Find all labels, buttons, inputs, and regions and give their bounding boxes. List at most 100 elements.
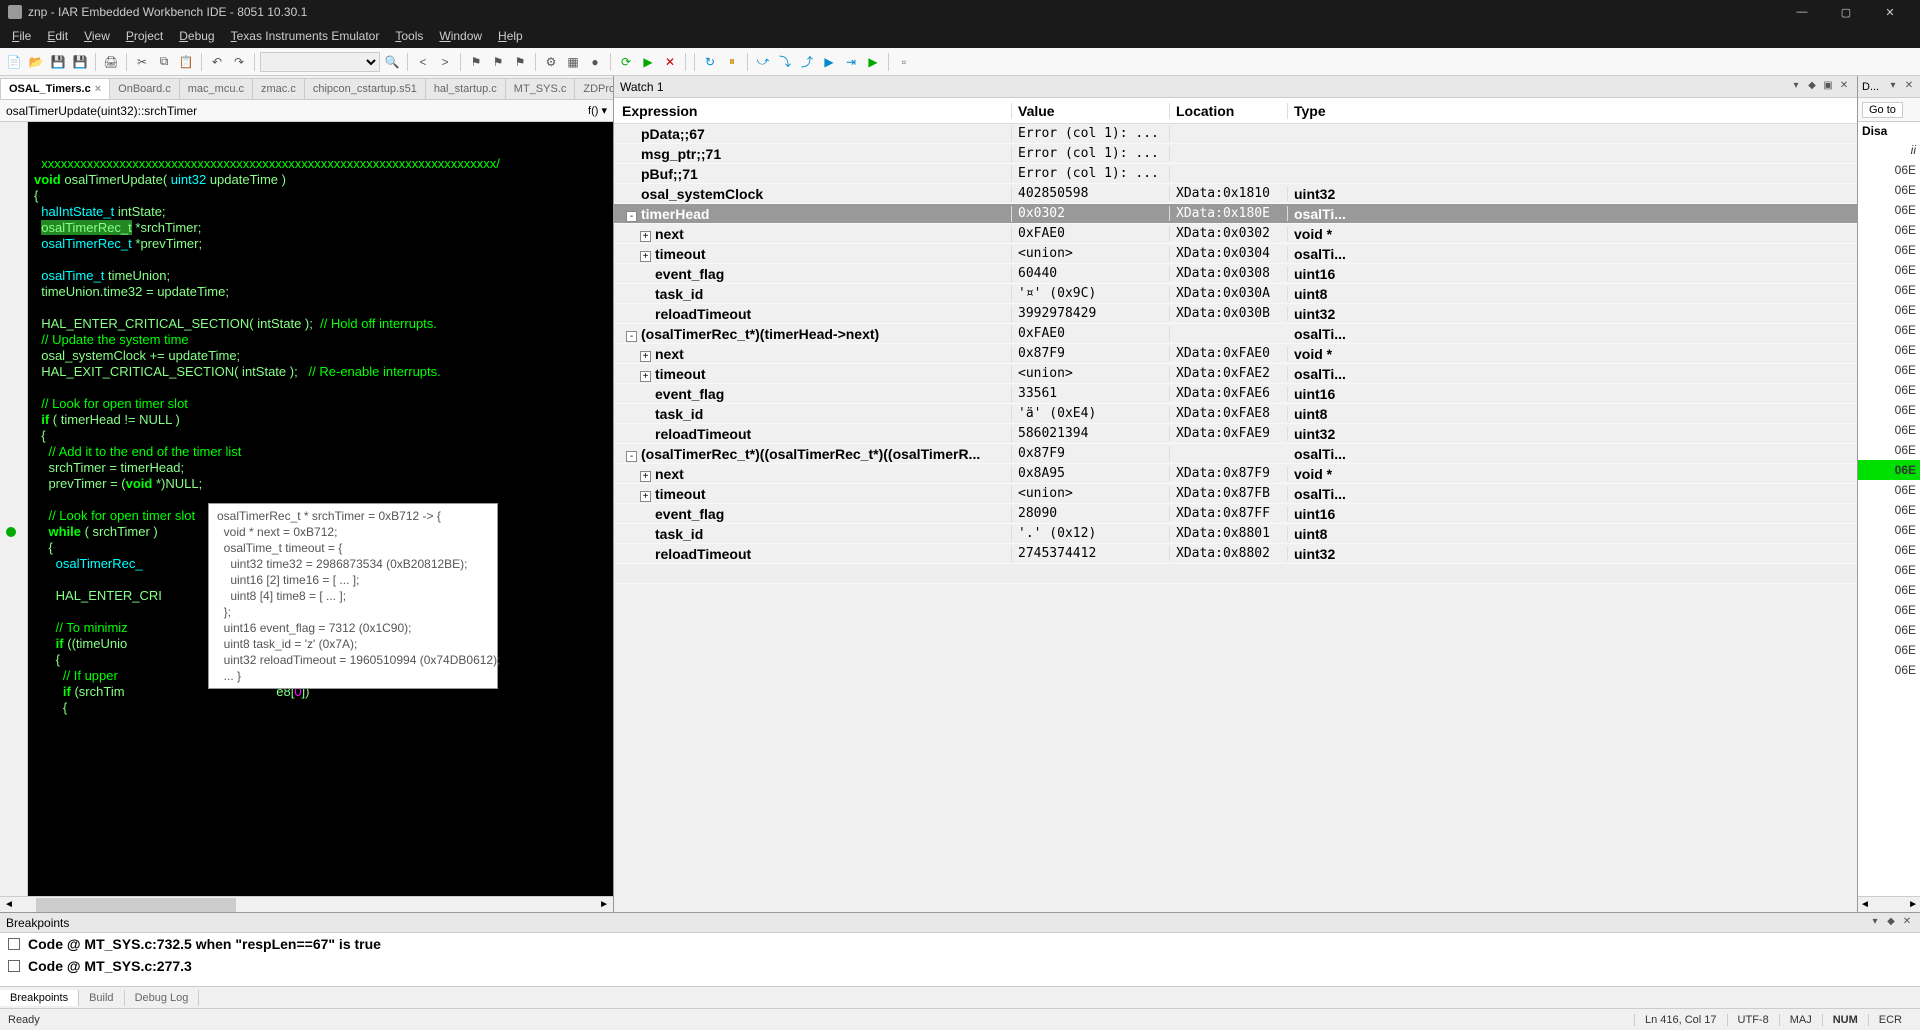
- disasm-line[interactable]: 06E: [1858, 440, 1920, 460]
- code-line[interactable]: // Add it to the end of the timer list: [34, 444, 607, 460]
- maximize-button[interactable]: ▢: [1824, 0, 1868, 24]
- go2-icon[interactable]: ▶: [863, 52, 883, 72]
- watch-row[interactable]: +timeout<union>XData:0x0304osalTi...: [614, 244, 1857, 264]
- collapse-icon[interactable]: -: [626, 331, 637, 342]
- code-area[interactable]: xxxxxxxxxxxxxxxxxxxxxxxxxxxxxxxxxxxxxxxx…: [0, 122, 613, 896]
- tab-close-icon[interactable]: ×: [95, 83, 101, 95]
- goto-button[interactable]: Go to: [1862, 102, 1903, 118]
- watch-row[interactable]: pData;;67Error (col 1): ...: [614, 124, 1857, 144]
- undo-icon[interactable]: ↶: [207, 52, 227, 72]
- disasm-line[interactable]: 06E: [1858, 380, 1920, 400]
- expand-icon[interactable]: +: [640, 371, 651, 382]
- maximize-panel-icon[interactable]: ▣: [1821, 80, 1835, 94]
- expand-icon[interactable]: +: [640, 351, 651, 362]
- code-line[interactable]: srchTimer = timerHead;: [34, 460, 607, 476]
- breakpoint-row[interactable]: Code @ MT_SYS.c:732.5 when "respLen==67"…: [0, 933, 1920, 955]
- bottom-tab-breakpoints[interactable]: Breakpoints: [0, 990, 79, 1006]
- make-icon[interactable]: ▦: [563, 52, 583, 72]
- tab-hal_startup-c[interactable]: hal_startup.c: [425, 78, 506, 99]
- watch-row[interactable]: msg_ptr;;71Error (col 1): ...: [614, 144, 1857, 164]
- nav-fwd-icon[interactable]: >: [435, 52, 455, 72]
- close-button[interactable]: ✕: [1868, 0, 1912, 24]
- disasm-hscroll[interactable]: ◄ ►: [1858, 896, 1920, 912]
- break-icon[interactable]: ⏸: [722, 52, 742, 72]
- disasm-line[interactable]: 06E: [1858, 660, 1920, 680]
- code-line[interactable]: void osalTimerUpdate( uint32 updateTime …: [34, 172, 607, 188]
- scroll-left-icon[interactable]: ◄: [0, 899, 18, 910]
- header-type[interactable]: Type: [1288, 103, 1857, 119]
- menu-texas-instruments-emulator[interactable]: Texas Instruments Emulator: [223, 24, 388, 48]
- disasm-line[interactable]: 06E: [1858, 560, 1920, 580]
- nav-back-icon[interactable]: <: [413, 52, 433, 72]
- watch-row[interactable]: +next0x8A95XData:0x87F9void *: [614, 464, 1857, 484]
- paste-icon[interactable]: 📋: [176, 52, 196, 72]
- step-over-icon[interactable]: ⤻: [753, 52, 773, 72]
- scroll-right-icon[interactable]: ►: [595, 899, 613, 910]
- watch-row[interactable]: event_flag28090XData:0x87FFuint16: [614, 504, 1857, 524]
- tab-zmac-c[interactable]: zmac.c: [252, 78, 305, 99]
- go-icon[interactable]: ▶: [638, 52, 658, 72]
- code-line[interactable]: prevTimer = (void *)NULL;: [34, 476, 607, 492]
- editor-hscroll[interactable]: ◄ ►: [0, 896, 613, 912]
- step-into-icon[interactable]: ⤵: [775, 52, 795, 72]
- watch-row[interactable]: +timeout<union>XData:0xFAE2osalTi...: [614, 364, 1857, 384]
- new-file-icon[interactable]: 📄: [4, 52, 24, 72]
- close-panel-icon[interactable]: ✕: [1900, 916, 1914, 930]
- watch-row[interactable]: +next0xFAE0XData:0x0302void *: [614, 224, 1857, 244]
- next-bookmark-icon[interactable]: ⚑: [488, 52, 508, 72]
- watch-row[interactable]: reloadTimeout3992978429XData:0x030Buint3…: [614, 304, 1857, 324]
- header-expression[interactable]: Expression: [614, 103, 1012, 119]
- menu-help[interactable]: Help: [490, 24, 531, 48]
- tab-OnBoard-c[interactable]: OnBoard.c: [109, 78, 180, 99]
- watch-row[interactable]: pBuf;;71Error (col 1): ...: [614, 164, 1857, 184]
- menu-view[interactable]: View: [76, 24, 118, 48]
- close-panel-icon[interactable]: ✕: [1902, 80, 1916, 94]
- header-value[interactable]: Value: [1012, 103, 1170, 119]
- menu-window[interactable]: Window: [431, 24, 490, 48]
- code-line[interactable]: osalTimerRec_t *srchTimer;: [34, 220, 607, 236]
- watch-row[interactable]: reloadTimeout2745374412XData:0x8802uint3…: [614, 544, 1857, 564]
- tab-chipcon_cstartup-s51[interactable]: chipcon_cstartup.s51: [304, 78, 426, 99]
- code-line[interactable]: [34, 252, 607, 268]
- code-line[interactable]: HAL_ENTER_CRITICAL_SECTION( intState ); …: [34, 316, 607, 332]
- code-line[interactable]: if ( timerHead != NULL ): [34, 412, 607, 428]
- disasm-line[interactable]: 06E: [1858, 500, 1920, 520]
- breakpoint-checkbox[interactable]: [8, 960, 20, 972]
- code-line[interactable]: {: [34, 428, 607, 444]
- disasm-line[interactable]: 06E: [1858, 400, 1920, 420]
- bottom-tab-debug-log[interactable]: Debug Log: [125, 990, 200, 1006]
- disasm-line[interactable]: 06E: [1858, 240, 1920, 260]
- minimize-button[interactable]: —: [1780, 0, 1824, 24]
- tab-MT_SYS-c[interactable]: MT_SYS.c: [505, 78, 576, 99]
- toggle-bp-icon[interactable]: ●: [585, 52, 605, 72]
- find-icon[interactable]: 🔍: [382, 52, 402, 72]
- code-line[interactable]: osalTimerRec_t *prevTimer;: [34, 236, 607, 252]
- disasm-line[interactable]: 06E: [1858, 480, 1920, 500]
- scroll-thumb[interactable]: [36, 898, 236, 912]
- watch-row[interactable]: event_flag60440XData:0x0308uint16: [614, 264, 1857, 284]
- watch-add-row[interactable]: [614, 564, 1857, 584]
- disasm-line[interactable]: 06E: [1858, 520, 1920, 540]
- watch-row[interactable]: +timeout<union>XData:0x87FBosalTi...: [614, 484, 1857, 504]
- dropdown-icon[interactable]: ▾: [1886, 80, 1900, 94]
- watch-row[interactable]: task_id'¤' (0x9C)XData:0x030Auint8: [614, 284, 1857, 304]
- expand-icon[interactable]: +: [640, 491, 651, 502]
- search-combo[interactable]: [260, 52, 380, 72]
- code-line[interactable]: [34, 380, 607, 396]
- expand-icon[interactable]: +: [640, 231, 651, 242]
- disasm-line[interactable]: 06E: [1858, 360, 1920, 380]
- function-dropdown-icon[interactable]: f() ▾: [588, 104, 607, 117]
- menu-debug[interactable]: Debug: [171, 24, 222, 48]
- watch-row[interactable]: reloadTimeout586021394XData:0xFAE9uint32: [614, 424, 1857, 444]
- stop-debug-icon[interactable]: ✕: [660, 52, 680, 72]
- breakpoint-marker-icon[interactable]: [6, 527, 16, 537]
- disasm-line[interactable]: 06E: [1858, 420, 1920, 440]
- watch-row[interactable]: +next0x87F9XData:0xFAE0void *: [614, 344, 1857, 364]
- download-icon[interactable]: ⟳: [616, 52, 636, 72]
- menu-file[interactable]: File: [4, 24, 39, 48]
- step-out-icon[interactable]: ⤴: [797, 52, 817, 72]
- disasm-line[interactable]: 06E: [1858, 320, 1920, 340]
- code-line[interactable]: {: [34, 700, 607, 716]
- disasm-line[interactable]: 06E: [1858, 220, 1920, 240]
- disasm-body[interactable]: Disa ii 06E06E06E06E06E06E06E06E06E06E06…: [1858, 122, 1920, 896]
